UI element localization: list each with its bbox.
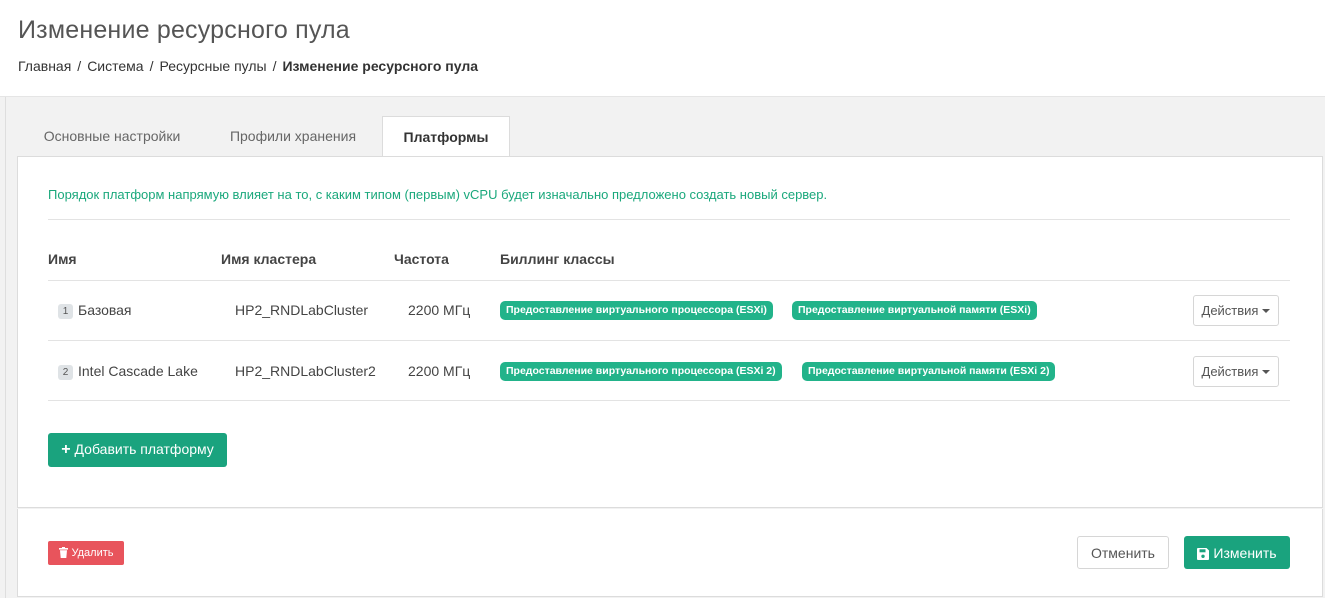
order-badge: 2 [58,365,73,380]
breadcrumb-item-system[interactable]: Система [87,58,143,74]
actions-dropdown-button[interactable]: Действия [1193,356,1279,387]
row-divider [48,400,1290,401]
platform-order-hint: Порядок платформ напрямую влияет на то, … [48,187,828,202]
save-button[interactable]: Изменить [1184,536,1290,569]
breadcrumb-item-home[interactable]: Главная [18,58,71,74]
cluster-name: HP2_RNDLabCluster2 [235,363,376,379]
save-label: Изменить [1213,544,1277,561]
page-header: Изменение ресурсного пула Главная / Систем… [0,0,1325,97]
billing-class-badge: Предоставление виртуальной памяти (ESXi … [802,362,1056,381]
billing-class-badge: Предоставление виртуальной памяти (ESXi) [792,301,1037,320]
form-footer: Удалить Отменить Изменить [17,509,1323,597]
caret-down-icon [1262,309,1271,313]
column-header-billing-classes: Биллинг классы [500,251,615,267]
actions-label: Действия [1201,364,1259,379]
add-platform-button[interactable]: + Добавить платформу [48,433,227,467]
divider [48,219,1290,220]
actions-label: Действия [1201,303,1259,318]
caret-down-icon [1262,370,1271,374]
column-header-cluster: Имя кластера [221,251,317,267]
actions-dropdown-button[interactable]: Действия [1193,295,1279,326]
tab-general-settings[interactable]: Основные настройки [17,116,207,156]
breadcrumb-separator: / [149,58,154,74]
platform-name: Базовая [78,302,132,318]
platform-name: Intel Cascade Lake [78,363,198,379]
add-platform-label: Добавить платформу [74,441,214,457]
order-badge: 1 [58,304,73,319]
frequency: 2200 МГц [408,363,471,379]
billing-class-badge: Предоставление виртуального процессора (… [500,301,773,320]
floppy-disk-icon [1197,547,1210,560]
platforms-panel: Порядок платформ напрямую влияет на то, … [17,156,1323,508]
trash-icon [58,547,68,558]
billing-class-badge: Предоставление виртуального процессора (… [500,362,782,381]
frequency: 2200 МГц [408,302,471,318]
plus-icon: + [61,441,71,458]
sidebar-edge [5,97,6,598]
tab-storage-profiles[interactable]: Профили хранения [213,116,373,156]
delete-button[interactable]: Удалить [48,541,124,565]
breadcrumb-separator: / [77,58,82,74]
column-header-frequency: Частота [394,251,449,267]
tab-platforms[interactable]: Платформы [382,116,510,158]
page-title: Изменение ресурсного пула [18,16,350,44]
platform-name-cell: 2 Intel Cascade Lake [58,363,198,380]
cancel-button[interactable]: Отменить [1077,536,1169,569]
cluster-name: HP2_RNDLabCluster [235,302,369,318]
platform-name-cell: 1 Базовая [58,302,132,319]
breadcrumb-item-resource-pools[interactable]: Ресурсные пулы [159,58,266,74]
delete-label: Удалить [71,547,114,559]
row-divider [48,340,1290,341]
table-header-divider [48,280,1290,281]
column-header-name: Имя [48,251,77,267]
breadcrumb: Главная / Система / Ресурсные пулы / Изменение… [18,58,478,74]
breadcrumb-item-current: Изменение ресурсного пула [282,58,478,74]
breadcrumb-separator: / [272,58,277,74]
